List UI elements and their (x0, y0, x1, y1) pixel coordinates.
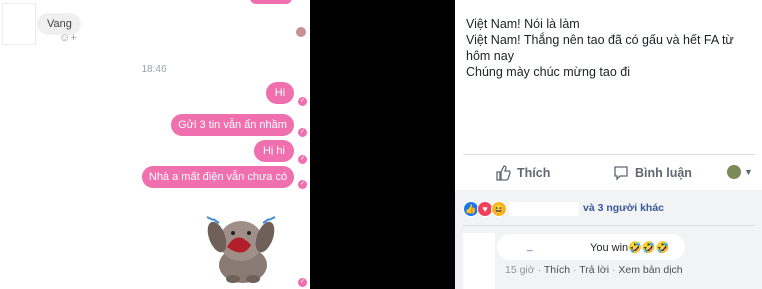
comment-button[interactable]: Bình luận (613, 160, 692, 186)
outgoing-message[interactable]: Hị hi (254, 140, 294, 162)
sent-check-icon: ✓ (298, 97, 307, 106)
avatar (727, 165, 741, 179)
sent-check-icon: ✓ (298, 128, 307, 137)
seen-avatar (296, 27, 306, 37)
comment-author[interactable]: _ (527, 241, 533, 252)
post-line: Việt Nam! Thắng nên tao đã có gấu và hết… (466, 33, 734, 63)
comment-time[interactable]: 15 giờ (505, 264, 535, 276)
like-button[interactable]: Thích (495, 160, 550, 186)
message-timestamp: 18:46 (141, 64, 167, 75)
reaction-icons[interactable]: 👍 ♥ 😆 (463, 201, 507, 217)
message-bubble-previous[interactable] (250, 0, 292, 4)
post-line: Việt Nam! Nói là làm (466, 17, 580, 31)
avatar[interactable] (2, 3, 36, 45)
separator: · (612, 264, 616, 276)
thumbs-up-icon (496, 165, 511, 181)
divider-gap (310, 0, 455, 289)
facebook-post: Việt Nam! Nói là làm Việt Nam! Thắng nên… (455, 0, 762, 289)
redacted-name (509, 202, 579, 216)
outgoing-message[interactable]: Gửi 3 tin vẫn ẩn nhầm (171, 114, 294, 136)
divider (463, 225, 755, 226)
messenger-conversation: Vang ☺+ 18:46 Hi ✓ Gửi 3 tin vẫn ẩn nhầm… (0, 0, 310, 289)
divider (463, 154, 755, 155)
add-reaction-icon[interactable]: ☺+ (59, 32, 77, 44)
chevron-down-icon: ▼ (744, 167, 753, 177)
sent-check-icon: ✓ (298, 155, 307, 164)
comment-avatar[interactable] (463, 233, 495, 289)
comment-like-link[interactable]: Thích (544, 264, 570, 276)
comment-icon (614, 166, 628, 181)
reaction-others-link[interactable]: và 3 người khác (583, 202, 664, 214)
post-as-selector[interactable]: ▼ (727, 165, 753, 179)
post-line: Chúng mày chúc mừng tao đi (466, 65, 631, 79)
separator: · (537, 264, 542, 276)
post-body: Việt Nam! Nói là làm Việt Nam! Thắng nên… (466, 16, 756, 80)
comment-meta: 15 giờ · Thích · Trả lời · Xem bản dịch (505, 264, 683, 276)
like-label: Thích (517, 166, 551, 180)
sent-check-icon: ✓ (298, 180, 307, 189)
sent-check-icon: ✓ (298, 278, 307, 287)
outgoing-message[interactable]: Nhà a mất điện vẫn chưa có (142, 166, 294, 188)
comment-text: You win🤣🤣🤣 (590, 242, 670, 254)
comment-label: Bình luận (635, 166, 692, 180)
separator: · (573, 264, 577, 276)
haha-reaction-icon: 😆 (491, 201, 507, 217)
translate-link[interactable]: Xem bản dịch (618, 264, 682, 276)
crying-dog-sticker-icon[interactable] (203, 207, 283, 285)
comment-reply-link[interactable]: Trả lời (579, 264, 609, 276)
outgoing-message[interactable]: Hi (266, 82, 294, 104)
